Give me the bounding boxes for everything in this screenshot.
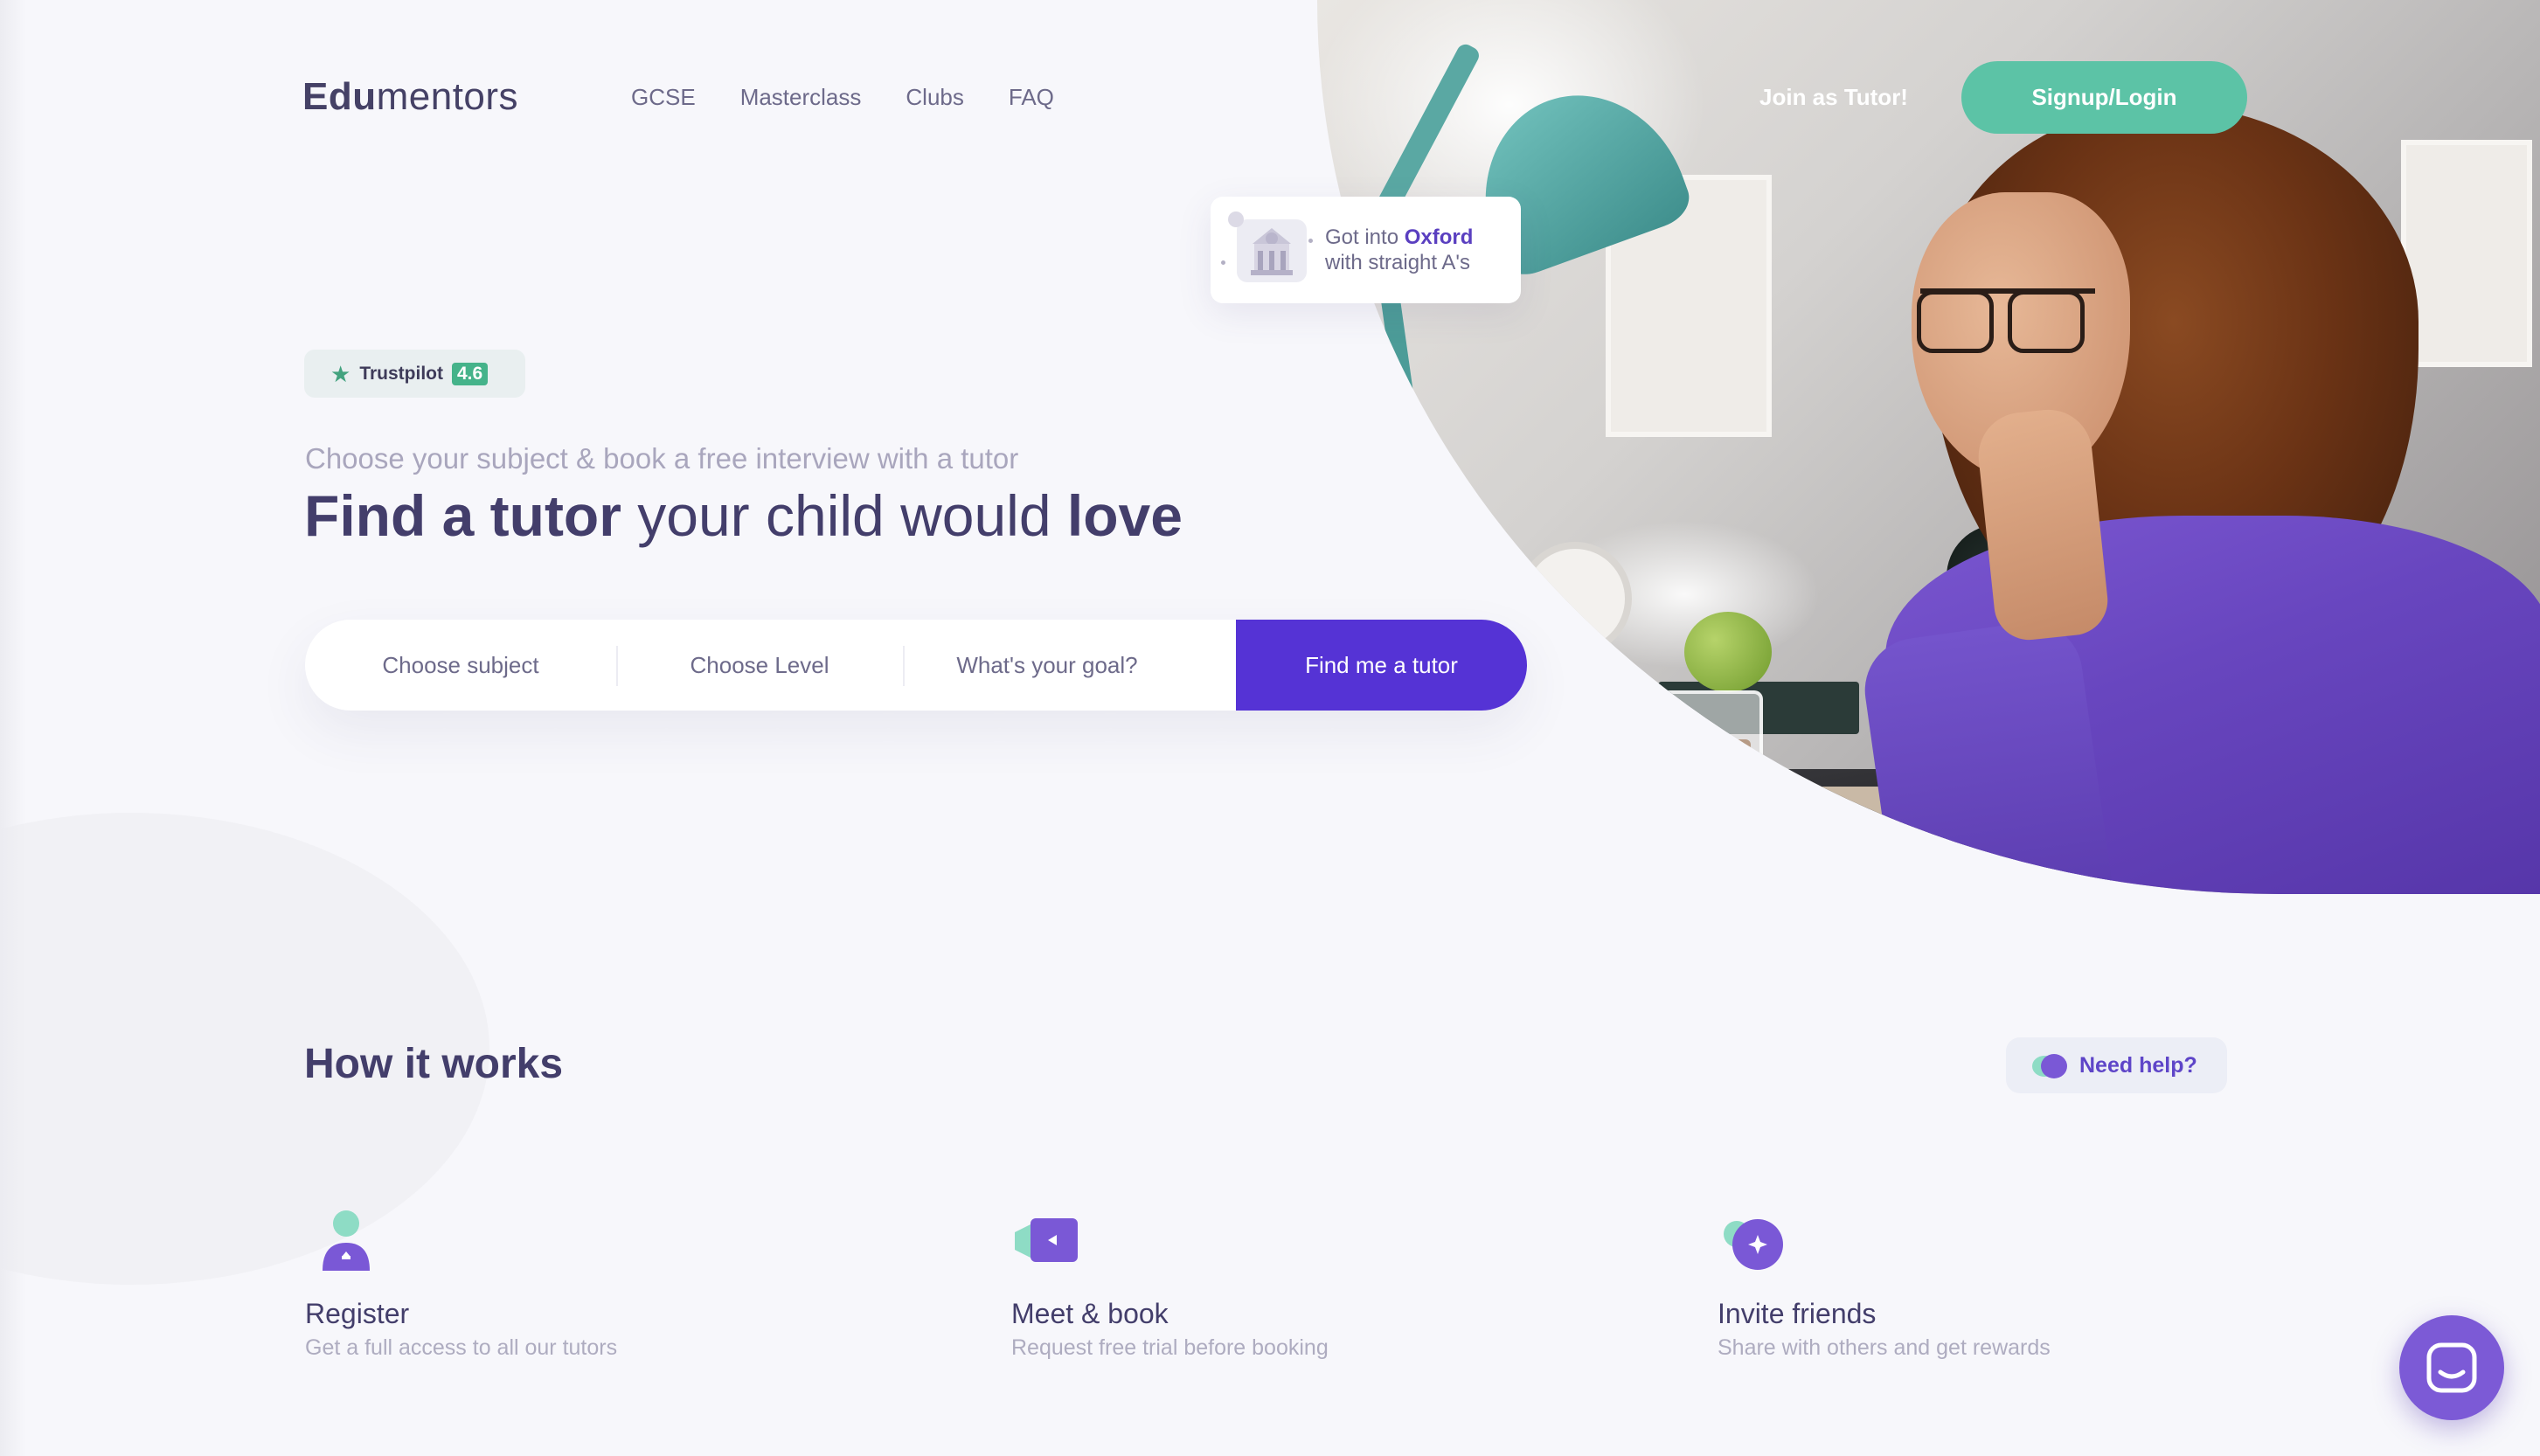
logo-light: mentors <box>376 75 519 118</box>
goal-select[interactable]: What's your goal? <box>903 620 1191 711</box>
join-as-tutor-link[interactable]: Join as Tutor! <box>1759 84 1908 111</box>
signup-login-button[interactable]: Signup/Login <box>1961 61 2247 134</box>
nav-item-clubs[interactable]: Clubs <box>906 84 963 111</box>
tutor-search-bar: Choose subject Choose Level What's your … <box>305 620 1527 711</box>
oxford-testimonial-card: Got into Oxford with straight A's <box>1211 197 1521 303</box>
hero-subtitle: Choose your subject & book a free interv… <box>305 442 1019 475</box>
testimonial-text: Got into Oxford with straight A's <box>1325 225 1473 275</box>
step-title: Invite friends <box>1718 1298 1877 1329</box>
step-description: Share with others and get rewards <box>1718 1335 2051 1360</box>
star-icon: ★ <box>330 360 351 387</box>
nav-item-gcse[interactable]: GCSE <box>631 84 696 111</box>
need-help-button[interactable]: Need help? <box>2006 1037 2227 1093</box>
user-icon <box>305 1206 384 1276</box>
testimonial-line2: with straight A's <box>1325 251 1470 274</box>
nav-item-faq[interactable]: FAQ <box>1009 84 1054 111</box>
need-help-label: Need help? <box>2079 1052 2197 1078</box>
level-select[interactable]: Choose Level <box>616 620 903 711</box>
messenger-icon <box>2426 1342 2477 1393</box>
invite-icon <box>1718 1206 1796 1276</box>
main-nav: GCSE Masterclass Clubs FAQ <box>631 84 1054 111</box>
how-it-works-title: How it works <box>304 1041 564 1087</box>
step-title: Register <box>305 1298 410 1329</box>
testimonial-prefix: Got into <box>1325 225 1405 249</box>
trustpilot-score: 4.6 <box>451 362 489 385</box>
chat-launcher-button[interactable] <box>2399 1315 2504 1420</box>
trustpilot-label: Trustpilot <box>359 363 443 384</box>
chat-bubbles-icon <box>2032 1052 2067 1078</box>
hero-image <box>1317 0 2540 894</box>
headline-bold-2: love <box>1066 483 1183 548</box>
step-title: Meet & book <box>1011 1298 1169 1329</box>
step-description: Get a full access to all our tutors <box>305 1335 618 1360</box>
headline-light: your child would <box>621 483 1067 548</box>
video-icon <box>1011 1206 1090 1276</box>
page: Edumentors GCSE Masterclass Clubs FAQ Jo… <box>0 0 2540 1456</box>
logo-bold: Edu <box>302 75 377 118</box>
testimonial-highlight: Oxford <box>1404 225 1474 249</box>
subject-select[interactable]: Choose subject <box>305 620 616 711</box>
headline-bold-1: Find a tutor <box>304 483 621 548</box>
trustpilot-badge[interactable]: ★ Trustpilot 4.6 <box>304 350 525 398</box>
find-tutor-button[interactable]: Find me a tutor <box>1236 620 1527 711</box>
logo[interactable]: Edumentors <box>302 75 518 119</box>
edge-shadow <box>0 0 26 1456</box>
building-icon <box>1237 219 1307 282</box>
step-description: Request free trial before booking <box>1011 1335 1329 1360</box>
hero-headline: Find a tutor your child would love <box>304 482 1183 549</box>
nav-item-masterclass[interactable]: Masterclass <box>740 84 862 111</box>
